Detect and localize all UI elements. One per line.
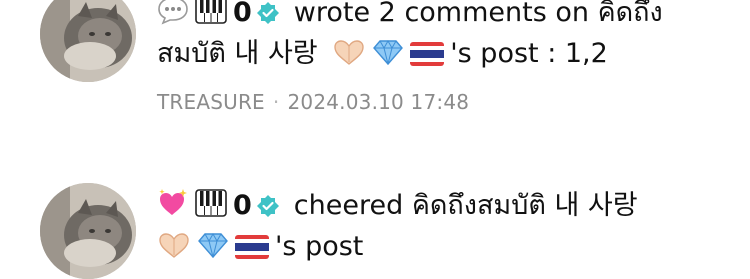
notification-text: 0 wrote 2 comments on คิดถึง สมบัติ 내 사랑: [157, 0, 726, 74]
thailand-flag-icon: [410, 42, 445, 66]
heart-hands-icon: [157, 231, 191, 259]
source-label: TREASURE: [157, 90, 265, 114]
post-suffix: 's post: [275, 231, 364, 262]
action-text: wrote 2 comments on คิดถึง: [293, 0, 663, 28]
piano-keys-icon: [195, 188, 227, 218]
verified-badge-icon: [256, 1, 280, 25]
notification-line-2: 's post: [157, 226, 726, 267]
avatar[interactable]: [40, 0, 136, 82]
notification-item[interactable]: 0 wrote 2 comments on คิดถึง สมบัติ 내 사랑: [0, 0, 750, 120]
speech-bubble-icon: [157, 0, 189, 25]
notification-line-2: สมบัติ 내 사랑 's post : 1,2: [157, 33, 726, 74]
actor-name[interactable]: 0: [233, 190, 252, 221]
actor-name[interactable]: 0: [233, 0, 252, 28]
notification-line-1: 0 cheered คิดถึงสมบัติ 내 사랑: [157, 185, 726, 226]
post-suffix: 's post : 1,2: [450, 38, 608, 69]
heart-hands-icon: [332, 38, 366, 66]
timestamp: 2024.03.10 17:48: [287, 90, 470, 114]
verified-badge-icon: [256, 194, 280, 218]
notification-line-1: 0 wrote 2 comments on คิดถึง: [157, 0, 726, 33]
sparkling-heart-icon: [157, 188, 189, 218]
piano-keys-icon: [195, 0, 227, 25]
notification-meta: TREASURE · 2024.03.10 17:48: [157, 88, 469, 116]
avatar[interactable]: [40, 183, 136, 279]
gem-icon: [197, 231, 229, 259]
post-owner-name[interactable]: สมบัติ 내 사랑: [157, 38, 318, 69]
meta-separator: ·: [272, 90, 280, 114]
action-text: cheered คิดถึงสมบัติ 내 사랑: [293, 190, 638, 221]
thailand-flag-icon: [235, 235, 269, 259]
gem-icon: [372, 38, 404, 66]
notification-text: 0 cheered คิดถึงสมบัติ 내 사랑 's post: [157, 185, 726, 267]
notification-item[interactable]: 0 cheered คิดถึงสมบัติ 내 사랑 's post: [0, 183, 750, 279]
